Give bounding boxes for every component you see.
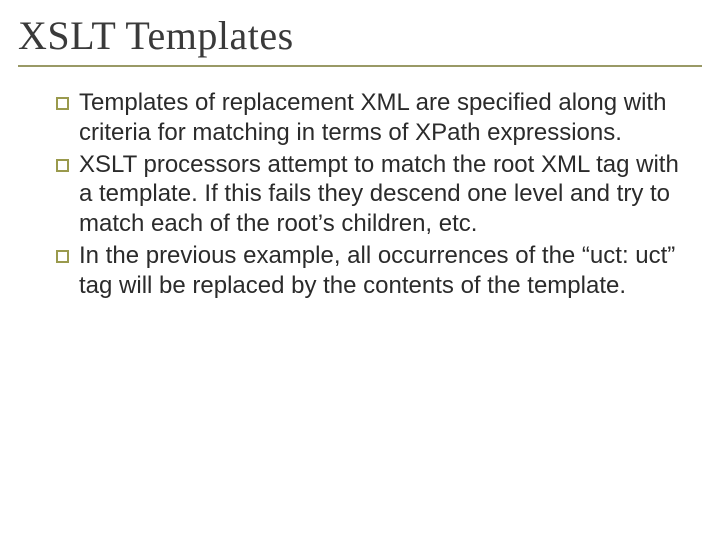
square-bullet-icon: [56, 159, 69, 172]
title-area: XSLT Templates: [18, 12, 702, 67]
square-bullet-icon: [56, 97, 69, 110]
bullet-text: XSLT processors attempt to match the roo…: [79, 150, 692, 239]
title-underline: [18, 65, 702, 67]
slide: XSLT Templates Templates of replacement …: [0, 0, 720, 540]
square-bullet-icon: [56, 250, 69, 263]
list-item: Templates of replacement XML are specifi…: [56, 88, 692, 148]
body-area: Templates of replacement XML are specifi…: [56, 88, 692, 302]
slide-title: XSLT Templates: [18, 12, 702, 59]
list-item: XSLT processors attempt to match the roo…: [56, 150, 692, 239]
list-item: In the previous example, all occurrences…: [56, 241, 692, 301]
bullet-text: Templates of replacement XML are specifi…: [79, 88, 692, 148]
bullet-text: In the previous example, all occurrences…: [79, 241, 692, 301]
